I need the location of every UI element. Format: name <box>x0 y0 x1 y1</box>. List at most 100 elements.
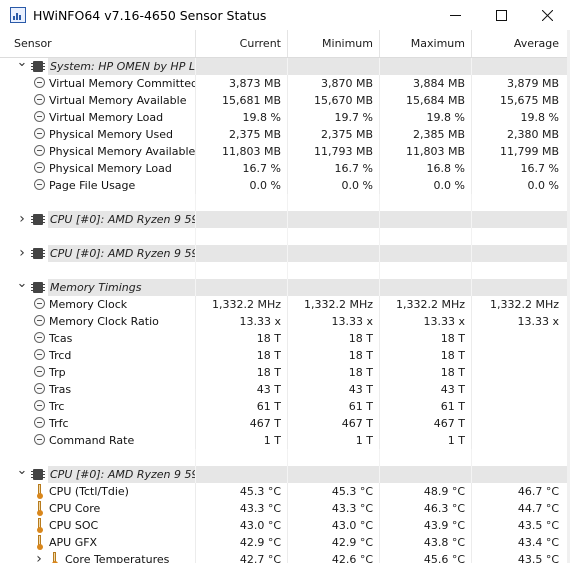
thermometer-icon <box>52 552 58 563</box>
sensor-row[interactable]: Trcd 18 T 18 T 18 T <box>0 347 570 364</box>
clock-icon <box>34 332 45 343</box>
title-bar: HWiNFO64 v7.16-4650 Sensor Status <box>0 0 570 31</box>
current-value: 42.7 °C <box>196 551 288 563</box>
minimum-value: 18 T <box>288 330 380 347</box>
sensor-row[interactable]: Physical Memory Available 11,803 MB 11,793… <box>0 143 570 160</box>
sensor-name: Core Temperatures <box>65 553 170 563</box>
group-name: System: HP OMEN by HP La... <box>50 60 196 73</box>
expand-chevron-icon[interactable]: › <box>16 211 28 228</box>
chip-icon <box>31 282 45 293</box>
sensor-row[interactable]: Memory Clock Ratio 13.33 x 13.33 x 13.33 x1… <box>0 313 570 330</box>
maximum-value: 15,684 MB <box>380 92 472 109</box>
current-value: 19.8 % <box>196 109 288 126</box>
maximize-button[interactable] <box>478 0 524 30</box>
hwinfo-window: HWiNFO64 v7.16-4650 Sensor Status Sensor… <box>0 0 570 563</box>
sensor-group-row[interactable]: ⌄ CPU [#0]: AMD Ryzen 9 59... <box>0 466 570 483</box>
current-value: 43.0 °C <box>196 517 288 534</box>
average-value: 16.7 % <box>520 162 559 175</box>
average-value <box>472 415 570 432</box>
average-value <box>472 381 570 398</box>
window-title: HWiNFO64 v7.16-4650 Sensor Status <box>33 7 267 23</box>
clock-icon <box>34 128 45 139</box>
expand-chevron-icon[interactable]: › <box>16 245 28 262</box>
sensor-row[interactable]: Memory Clock 1,332.2 MHz 1,332.2 MHz 1,332.… <box>0 296 570 313</box>
expand-chevron-icon[interactable]: › <box>33 551 45 563</box>
sensor-row[interactable]: Tras 43 T 43 T 43 T <box>0 381 570 398</box>
sensor-row[interactable]: Virtual Memory Available 15,681 MB 15,670 … <box>0 92 570 109</box>
average-value: 11,799 MB <box>499 145 559 158</box>
sensor-name: Virtual Memory Committed <box>49 77 196 90</box>
clock-icon <box>34 417 45 428</box>
current-value: 3,873 MB <box>196 75 288 92</box>
sensor-row[interactable]: › Core Temperatures 42.7 °C 42.6 °C 45.6 °C 4… <box>0 551 570 563</box>
sensor-row[interactable]: Physical Memory Used 2,375 MB 2,375 MB 2,38… <box>0 126 570 143</box>
sensor-row[interactable]: Trfc 467 T 467 T 467 T <box>0 415 570 432</box>
sensor-row[interactable]: Command Rate 1 T1 T1 T <box>0 432 570 449</box>
average-value: 19.8 % <box>520 111 559 124</box>
clock-icon <box>34 434 45 445</box>
current-value: 2,375 MB <box>196 126 288 143</box>
sensor-row[interactable]: Trp 18 T 18 T 18 T <box>0 364 570 381</box>
sensor-name: Physical Memory Load <box>49 162 172 175</box>
maximum-value: 11,803 MB <box>380 143 472 160</box>
minimum-value: 467 T <box>288 415 380 432</box>
maximum-value: 18 T <box>380 347 472 364</box>
sensor-row[interactable]: APU GFX 42.9 °C 42.9 °C 43.8 °C 43.4 °C <box>0 534 570 551</box>
sensor-row[interactable]: CPU (Tctl/Tdie) 45.3 °C 45.3 °C 48.9 °C 46.7… <box>0 483 570 500</box>
sensor-row[interactable]: Tcas 18 T 18 T 18 T <box>0 330 570 347</box>
maximum-value: 46.3 °C <box>380 500 472 517</box>
sensor-name: CPU SOC <box>49 519 99 532</box>
hwinfo-app-icon <box>10 7 26 23</box>
current-value: 15,681 MB <box>196 92 288 109</box>
minimum-value: 0.0 % <box>288 177 380 194</box>
column-average[interactable]: Average <box>472 30 570 57</box>
collapse-chevron-icon[interactable]: ⌄ <box>16 58 28 75</box>
maximum-value: 48.9 °C <box>380 483 472 500</box>
collapse-chevron-icon[interactable]: ⌄ <box>16 466 28 483</box>
group-name: CPU [#0]: AMD Ryzen 9 59... <box>50 468 196 481</box>
sensor-row[interactable]: Virtual Memory Committed 3,873 MB 3,870 MB… <box>0 75 570 92</box>
sensor-row[interactable]: CPU Core 43.3 °C 43.3 °C 46.3 °C 44.7 °C <box>0 500 570 517</box>
current-value: 45.3 °C <box>196 483 288 500</box>
column-minimum[interactable]: Minimum <box>288 30 380 57</box>
sensor-row[interactable]: Trc 61 T 61 T 61 T <box>0 398 570 415</box>
sensor-row[interactable]: CPU SOC 43.0 °C 43.0 °C 43.9 °C 43.5 °C <box>0 517 570 534</box>
sensor-grid: Sensor Current Minimum Maximum Average ⌄… <box>0 30 570 563</box>
maximum-value: 18 T <box>380 330 472 347</box>
minimum-value: 16.7 % <box>288 160 380 177</box>
sensor-row[interactable]: Virtual Memory Load 19.8 % 19.7 % 19.8 % 19.… <box>0 109 570 126</box>
close-icon <box>541 9 553 21</box>
sensor-name: Page File Usage <box>49 179 136 192</box>
thermometer-icon <box>37 535 43 550</box>
sensor-name: Memory Clock <box>49 298 128 311</box>
minimum-value: 61 T <box>288 398 380 415</box>
sensor-group-row[interactable]: ⌄ System: HP OMEN by HP La... <box>0 58 570 75</box>
collapse-chevron-icon[interactable]: ⌄ <box>16 279 28 296</box>
column-maximum[interactable]: Maximum <box>380 30 472 57</box>
average-value: 0.0 % <box>527 179 559 192</box>
minimum-value: 13.33 x <box>288 313 380 330</box>
chip-icon <box>31 214 45 225</box>
minimize-button[interactable] <box>432 0 478 30</box>
minimum-value: 43.0 °C <box>288 517 380 534</box>
minimum-value: 11,793 MB <box>288 143 380 160</box>
sensor-group-row[interactable]: ⌄ Memory Timings <box>0 279 570 296</box>
average-value: 43.5 °C <box>517 519 559 532</box>
minimum-value: 42.9 °C <box>288 534 380 551</box>
thermometer-icon <box>37 484 43 499</box>
column-sensor[interactable]: Sensor <box>0 30 196 57</box>
close-button[interactable] <box>524 0 570 30</box>
average-value: 43.5 °C <box>517 553 559 563</box>
sensor-group-row[interactable]: › CPU [#0]: AMD Ryzen 9 59... <box>0 211 570 228</box>
sensor-name: Tcas <box>49 332 73 345</box>
maximum-value: 1 T <box>380 432 472 449</box>
sensor-row[interactable]: Page File Usage 0.0 % 0.0 % 0.0 % 0.0 % <box>0 177 570 194</box>
maximum-value: 0.0 % <box>380 177 472 194</box>
maximum-value: 2,385 MB <box>380 126 472 143</box>
column-current[interactable]: Current <box>196 30 288 57</box>
sensor-group-row[interactable]: › CPU [#0]: AMD Ryzen 9 59... <box>0 245 570 262</box>
sensor-row[interactable]: Physical Memory Load 16.7 % 16.7 % 16.8 % 16… <box>0 160 570 177</box>
maximum-value: 3,884 MB <box>380 75 472 92</box>
average-value: 3,879 MB <box>506 77 559 90</box>
current-value: 18 T <box>196 330 288 347</box>
